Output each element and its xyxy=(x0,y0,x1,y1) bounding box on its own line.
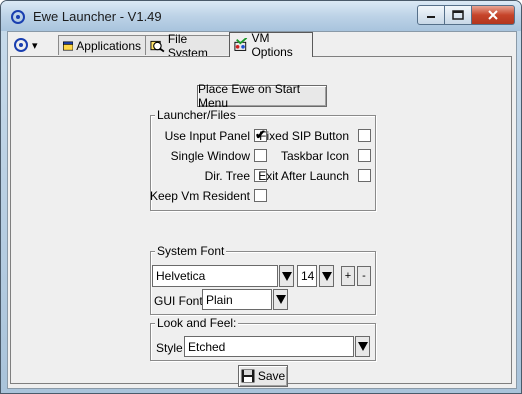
tab-vm-options-label: VM Options xyxy=(251,31,293,59)
dropdown-arrow-icon xyxy=(281,271,292,281)
applications-window-icon xyxy=(63,41,74,50)
style-dropdown-button[interactable] xyxy=(355,336,370,357)
ewe-app-icon xyxy=(11,10,25,24)
taskbar-icon-checkbox[interactable] xyxy=(358,149,371,162)
launcher-files-title: Launcher/Files xyxy=(155,108,238,122)
gui-font-dropdown-button[interactable] xyxy=(273,289,288,310)
tab-applications[interactable]: Applications xyxy=(58,35,146,55)
chevron-down-icon: ▾ xyxy=(32,39,38,52)
style-label: Style xyxy=(156,341,183,355)
tab-vm-options[interactable]: VM Options xyxy=(229,31,313,59)
fixed-sip-button-label: Fixed SIP Button xyxy=(259,129,349,143)
keep-vm-resident-checkbox[interactable] xyxy=(254,189,267,202)
exit-after-launch-label: Exit After Launch xyxy=(258,169,349,183)
system-font-title: System Font xyxy=(155,244,227,258)
look-and-feel-title: Look and Feel: xyxy=(155,316,239,330)
exit-after-launch-checkbox[interactable] xyxy=(358,169,371,182)
app-window: Ewe Launcher - V1.49 ▾ Applications File… xyxy=(0,0,522,394)
place-on-start-menu-label: Place Ewe on Start Menu xyxy=(198,82,301,110)
tab-applications-label: Applications xyxy=(76,38,141,53)
font-size-decrease-button[interactable]: - xyxy=(357,266,371,286)
client-area: ▾ Applications File System VM Options Pl… xyxy=(7,31,517,389)
font-size-field[interactable]: 14 xyxy=(297,265,317,287)
font-size-dropdown-button[interactable] xyxy=(319,265,334,287)
use-input-panel-label: Use Input Panel xyxy=(164,129,250,143)
system-font-group: System Font Helvetica 14 + - GUI Font: P… xyxy=(150,244,376,315)
look-and-feel-group: Look and Feel: Style Etched xyxy=(150,316,376,361)
style-field[interactable]: Etched xyxy=(184,336,354,357)
keep-vm-resident-label: Keep Vm Resident xyxy=(149,189,250,203)
dropdown-arrow-icon xyxy=(275,295,286,304)
fixed-sip-button-checkbox[interactable] xyxy=(358,129,371,142)
vm-options-icon xyxy=(234,38,248,51)
font-name-field[interactable]: Helvetica xyxy=(152,265,278,287)
gui-font-label: GUI Font: xyxy=(154,294,207,308)
close-button[interactable] xyxy=(472,5,515,25)
maximize-button[interactable] xyxy=(445,5,472,25)
floppy-disk-icon xyxy=(241,369,255,383)
gui-font-field[interactable]: Plain xyxy=(202,289,272,310)
font-size-increase-button[interactable]: + xyxy=(341,266,355,286)
minimize-button[interactable] xyxy=(417,5,445,25)
save-label: Save xyxy=(257,369,286,383)
close-icon xyxy=(488,10,498,20)
dropdown-arrow-icon xyxy=(357,342,368,351)
ewe-menu-icon xyxy=(14,38,28,52)
minimize-icon xyxy=(427,16,435,18)
taskbar-icon-label: Taskbar Icon xyxy=(280,149,349,163)
launcher-files-group: Launcher/Files Use Input Panel ✔ Fixed S… xyxy=(149,108,376,211)
place-on-start-menu-button[interactable]: Place Ewe on Start Menu xyxy=(197,82,327,110)
dir-tree-label: Dir. Tree xyxy=(204,169,250,183)
window-title: Ewe Launcher - V1.49 xyxy=(33,9,162,24)
single-window-label: Single Window xyxy=(170,149,250,163)
file-system-magnifier-icon xyxy=(150,40,165,52)
font-name-dropdown-button[interactable] xyxy=(279,265,294,287)
save-button[interactable]: Save xyxy=(238,365,288,387)
window-controls xyxy=(417,5,515,25)
vm-options-panel: Place Ewe on Start Menu Launcher/Files U… xyxy=(10,56,512,387)
maximize-icon xyxy=(452,10,464,20)
dropdown-arrow-icon xyxy=(321,271,332,281)
app-menu-button[interactable]: ▾ xyxy=(12,36,42,54)
tab-file-system[interactable]: File System xyxy=(145,32,231,60)
single-window-checkbox[interactable] xyxy=(254,149,267,162)
title-bar[interactable]: Ewe Launcher - V1.49 xyxy=(1,1,521,31)
